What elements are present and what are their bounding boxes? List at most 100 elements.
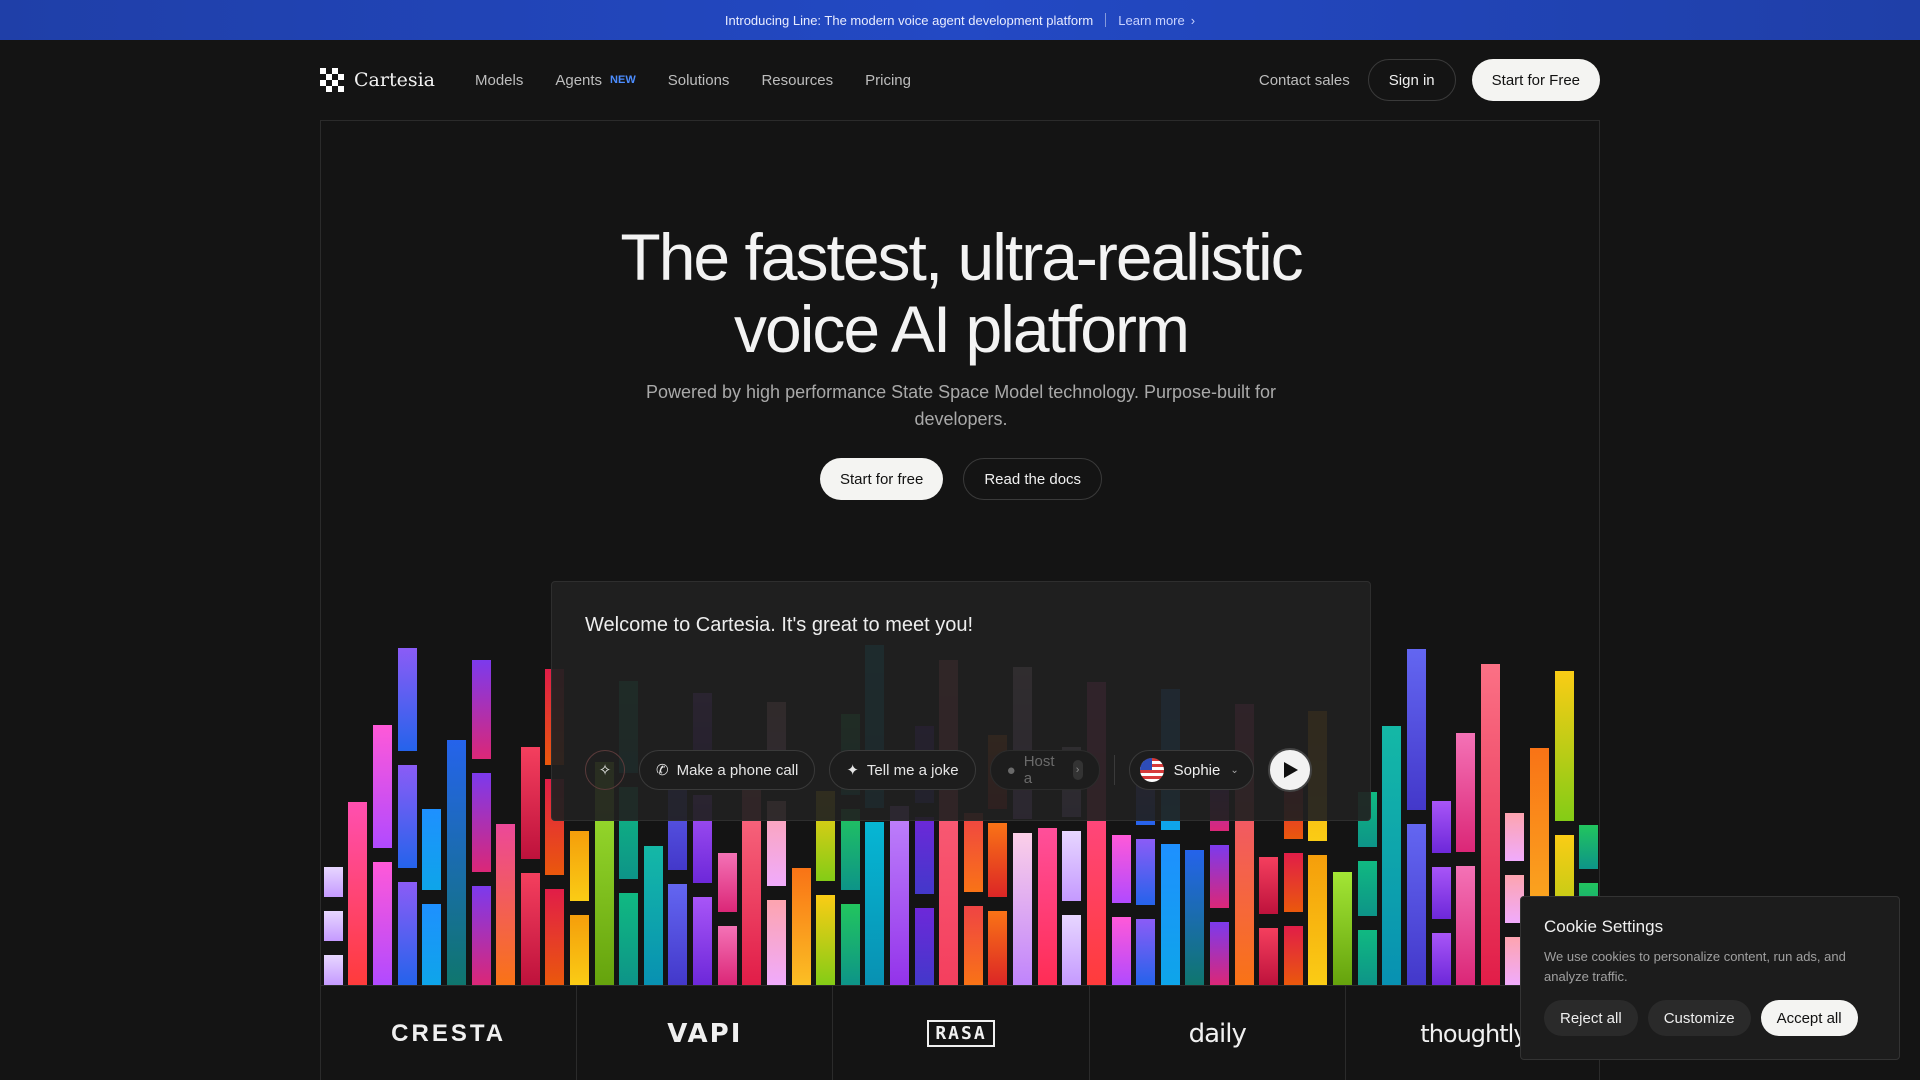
visualizer-bar: [398, 882, 417, 985]
chip-host[interactable]: ● Host a ›: [989, 750, 1100, 790]
customer-logos: CRESTA VAPI RASA daily thoughtly: [321, 985, 1601, 1080]
reject-all-button[interactable]: Reject all: [1544, 1000, 1638, 1036]
visualizer-bar: [545, 889, 564, 985]
visualizer-bar: [767, 900, 786, 985]
top-nav: Cartesia Models Agents NEW Solutions Res…: [320, 58, 1600, 102]
logo-cell: CRESTA: [321, 986, 578, 1080]
visualizer-bar: [1062, 831, 1081, 901]
visualizer-bar: [792, 868, 811, 985]
accept-all-button[interactable]: Accept all: [1760, 1000, 1858, 1036]
visualizer-bar: [1481, 664, 1500, 985]
hero-ctas: Start for free Read the docs: [321, 458, 1601, 500]
cookie-description: We use cookies to personalize content, r…: [1544, 949, 1846, 984]
learn-more-link[interactable]: Learn more ›: [1118, 13, 1195, 28]
visualizer-bar: [1456, 733, 1475, 852]
magic-wand-icon[interactable]: ✧: [585, 750, 625, 790]
cookie-actions: Reject all Customize Accept all: [1544, 1000, 1858, 1036]
nav-item-solutions[interactable]: Solutions: [668, 72, 730, 89]
visualizer-bar: [1136, 839, 1155, 905]
start-for-free-button[interactable]: Start for Free: [1471, 59, 1600, 101]
visualizer-bar: [865, 822, 884, 985]
chip-divider: [1113, 755, 1115, 785]
visualizer-bar: [619, 893, 638, 985]
chip-make-phone-call[interactable]: ✆ Make a phone call: [639, 750, 816, 790]
visualizer-bar: [1432, 801, 1451, 853]
party-popper-icon: ✦: [846, 762, 859, 779]
visualizer-bar: [398, 648, 417, 751]
brand-logo[interactable]: Cartesia: [320, 68, 435, 92]
visualizer-bar: [1112, 835, 1131, 903]
visualizer-bar: [1161, 844, 1180, 985]
nav-actions: Contact sales Sign in Start for Free: [1259, 59, 1600, 101]
demo-text-input[interactable]: Welcome to Cartesia. It's great to meet …: [585, 614, 973, 637]
visualizer-bar: [1555, 671, 1574, 821]
visualizer-bar: [496, 824, 515, 985]
daily-logo: daily: [1188, 1018, 1247, 1049]
chip-next-icon[interactable]: ›: [1072, 760, 1083, 780]
visualizer-bar: [915, 908, 934, 985]
visualizer-bar: [1358, 930, 1377, 985]
visualizer-bar: [1284, 853, 1303, 912]
visualizer-bar: [570, 831, 589, 901]
announcement-text: Introducing Line: The modern voice agent…: [724, 12, 1094, 28]
visualizer-bar: [472, 660, 491, 759]
cookie-settings-panel: Cookie Settings We use cookies to person…: [1520, 896, 1900, 1060]
visualizer-bar: [521, 747, 540, 859]
logo-cell: daily: [1090, 986, 1346, 1080]
chip-label: Make a phone call: [676, 761, 799, 779]
logo-cell: VAPI: [577, 986, 834, 1080]
demo-chip-row: ✧ ✆ Make a phone call ✦ Tell me a joke ●…: [585, 748, 1312, 792]
cresta-logo: CRESTA: [391, 1019, 507, 1047]
us-flag-icon: [1139, 758, 1164, 782]
visualizer-bar: [472, 773, 491, 872]
visualizer-bar: [570, 915, 589, 985]
visualizer-bar: [964, 906, 983, 985]
visualizer-bar: [1013, 833, 1032, 985]
visualizer-bar: [1308, 855, 1327, 985]
play-button[interactable]: [1267, 748, 1312, 792]
nav-item-label: Pricing: [865, 71, 911, 89]
announcement-bar: Introducing Line: The modern voice agent…: [0, 0, 1920, 40]
visualizer-bar: [422, 809, 441, 890]
visualizer-bar: [988, 911, 1007, 985]
phone-icon: ✆: [656, 762, 669, 779]
visualizer-bar: [1407, 649, 1426, 810]
learn-more-label: Learn more: [1118, 12, 1185, 28]
hero-title-line: The fastest, ultra-realistic: [620, 220, 1303, 294]
visualizer-bar: [373, 862, 392, 985]
nav-item-resources[interactable]: Resources: [761, 72, 833, 89]
nav-item-models[interactable]: Models: [475, 72, 523, 89]
visualizer-bar: [816, 895, 835, 985]
visualizer-bar: [1456, 866, 1475, 985]
visualizer-bar: [1333, 872, 1352, 985]
visualizer-bar: [644, 846, 663, 985]
visualizer-bar: [398, 765, 417, 868]
visualizer-bar: [988, 823, 1007, 897]
visualizer-bar: [1358, 861, 1377, 916]
visualizer-bar: [373, 725, 392, 848]
visualizer-bar: [1432, 933, 1451, 985]
nav-links: Models Agents NEW Solutions Resources Pr…: [475, 72, 911, 89]
visualizer-bar: [1259, 928, 1278, 985]
nav-item-pricing[interactable]: Pricing: [865, 72, 911, 89]
customize-button[interactable]: Customize: [1647, 1000, 1751, 1036]
visualizer-bar: [964, 813, 983, 892]
nav-item-label: Models: [474, 71, 524, 89]
visualizer-bar: [1185, 850, 1204, 985]
visualizer-bar: [348, 802, 367, 985]
visualizer-bar: [1210, 845, 1229, 908]
rasa-logo: RASA: [927, 1020, 995, 1047]
voice-selector[interactable]: Sophie ⌄: [1128, 750, 1254, 790]
read-docs-button[interactable]: Read the docs: [963, 458, 1103, 500]
visualizer-bar: [422, 904, 441, 985]
brand-name: Cartesia: [354, 69, 435, 91]
visualizer-bar: [1210, 922, 1229, 985]
visualizer-bar: [1259, 857, 1278, 914]
hero-start-button[interactable]: Start for free: [819, 458, 944, 500]
visualizer-bar: [1136, 919, 1155, 985]
contact-sales-link[interactable]: Contact sales: [1259, 72, 1350, 89]
chip-tell-joke[interactable]: ✦ Tell me a joke: [829, 750, 976, 790]
nav-item-agents[interactable]: Agents NEW: [555, 72, 635, 89]
visualizer-bar: [1284, 926, 1303, 985]
sign-in-button[interactable]: Sign in: [1367, 59, 1456, 101]
